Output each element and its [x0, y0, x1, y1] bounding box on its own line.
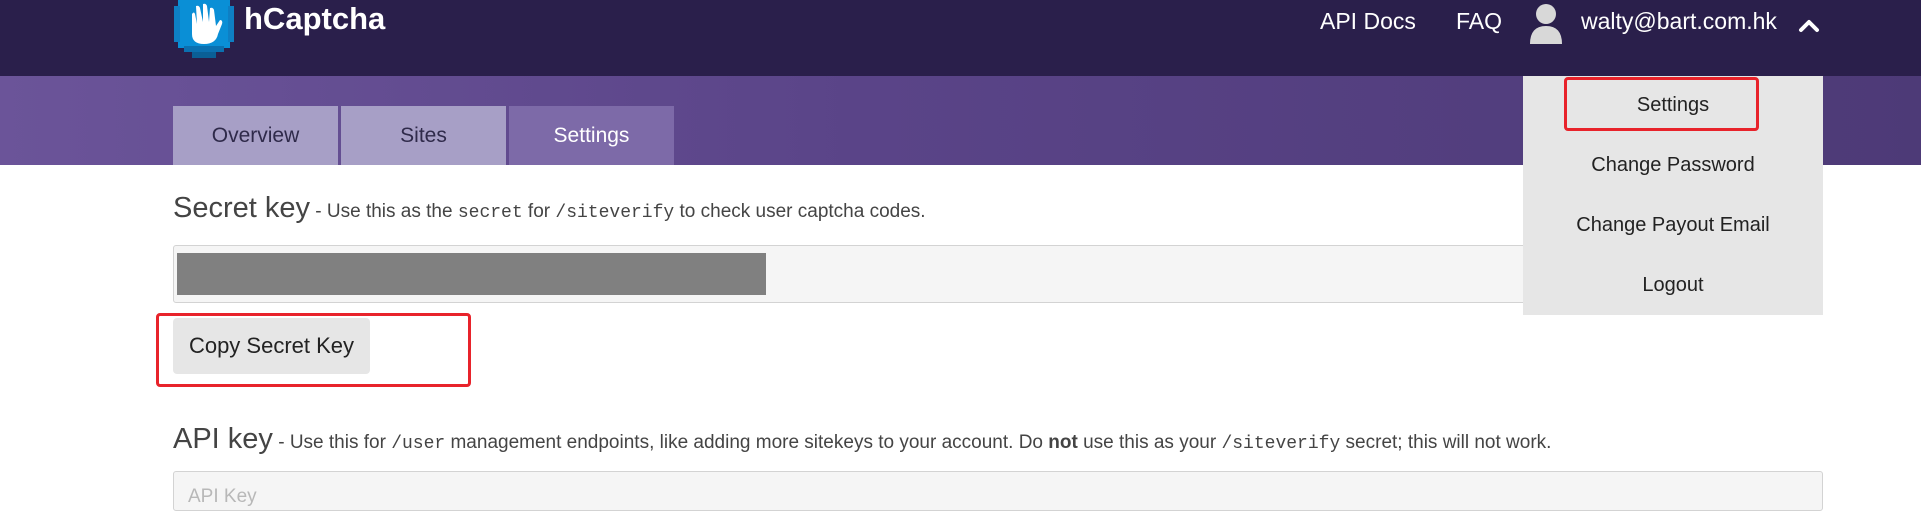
api-key-desc-2: management endpoints, like adding more s…: [445, 432, 1049, 453]
logo-text: hCaptcha: [244, 1, 386, 36]
hcaptcha-logo[interactable]: hCaptcha: [174, 0, 385, 58]
tab-sites[interactable]: Sites: [341, 106, 506, 165]
api-key-code-2: /siteverify: [1221, 434, 1341, 454]
nav-link-api-docs[interactable]: API Docs: [1320, 8, 1416, 35]
api-key-title: API key: [173, 423, 273, 455]
secret-key-code-2: /siteverify: [555, 203, 675, 223]
api-key-input[interactable]: [173, 471, 1823, 511]
secret-key-desc-3: to check user captcha codes.: [674, 201, 926, 222]
user-dropdown-menu: Settings Change Password Change Payout E…: [1523, 76, 1823, 315]
api-key-code-1: /user: [391, 434, 446, 454]
nav-link-faq[interactable]: FAQ: [1456, 8, 1502, 35]
menu-item-change-password[interactable]: Change Password: [1523, 145, 1823, 185]
secret-key-code-1: secret: [457, 203, 523, 223]
api-key-desc-4: secret; this will not work.: [1340, 432, 1552, 453]
api-key-bold-not: not: [1048, 432, 1078, 453]
tab-overview[interactable]: Overview: [173, 106, 338, 165]
api-key-desc-1: - Use this for: [272, 432, 392, 453]
hcaptcha-hand-icon: [174, 0, 234, 58]
chevron-up-icon[interactable]: [1798, 14, 1820, 36]
secret-key-desc-1: - Use this as the: [310, 201, 458, 222]
secret-key-desc-2: for: [522, 201, 556, 222]
copy-secret-key-button[interactable]: Copy Secret Key: [173, 318, 370, 374]
secret-key-redaction: [177, 253, 766, 295]
api-key-heading: API key - Use this for /user management …: [173, 423, 1551, 456]
top-navbar: hCaptcha API Docs FAQ walty@bart.com.hk: [0, 0, 1921, 76]
user-avatar-icon[interactable]: [1528, 2, 1564, 44]
secret-key-title: Secret key: [173, 192, 310, 224]
api-key-desc-3: use this as your: [1077, 432, 1222, 453]
menu-item-logout[interactable]: Logout: [1523, 265, 1823, 305]
menu-item-change-payout-email[interactable]: Change Payout Email: [1523, 205, 1823, 245]
user-email-menu[interactable]: walty@bart.com.hk: [1581, 8, 1777, 35]
menu-item-settings[interactable]: Settings: [1523, 85, 1823, 125]
tab-settings[interactable]: Settings: [509, 106, 674, 165]
secret-key-heading: Secret key - Use this as the secret for …: [173, 192, 926, 225]
